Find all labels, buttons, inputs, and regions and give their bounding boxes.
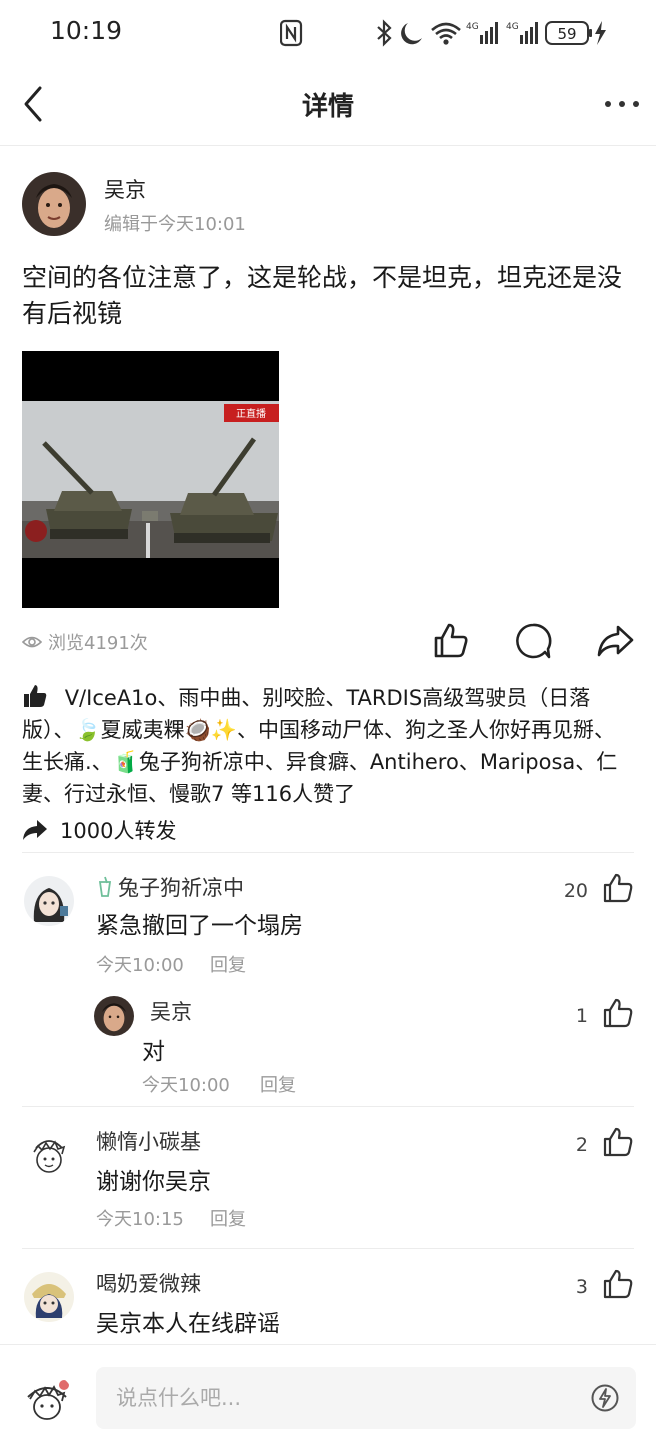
reply-like-icon[interactable] <box>602 997 634 1029</box>
commenter-avatar[interactable] <box>24 1130 74 1180</box>
liked-by-list: V/IceA1o、雨中曲、别咬脸、TARDIS高级驾驶员（日落版）、🍃夏威夷粿🥥… <box>22 682 634 810</box>
comment-like-icon[interactable] <box>602 872 634 904</box>
page-title: 详情 <box>301 92 354 122</box>
battery-icon: 59 <box>545 21 606 45</box>
wifi-icon <box>431 22 461 45</box>
commenter-name[interactable]: 懒惰小碳基 <box>96 1126 201 1156</box>
network-label-2: 4G <box>506 22 519 32</box>
current-user-avatar[interactable] <box>20 1373 74 1427</box>
more-icon[interactable] <box>600 86 644 122</box>
commenter-avatar[interactable] <box>24 876 74 926</box>
post-text: 空间的各位注意了，这是轮战，不是坦克，坦克还是没有后视镜 <box>22 263 623 328</box>
reply-like-count: 1 <box>575 1005 588 1027</box>
post-edited-time: 编辑于今天10:01 <box>104 214 246 235</box>
thumbs-up-filled-icon <box>24 685 47 707</box>
replier-avatar[interactable] <box>94 996 134 1036</box>
reply-text: 对 <box>142 1039 165 1065</box>
comment-composer <box>0 1344 656 1450</box>
author-name[interactable]: 吴京 <box>104 174 146 204</box>
status-time: 10:19 <box>50 16 123 45</box>
reply-button[interactable]: 回复 <box>210 951 246 977</box>
reply-button[interactable]: 回复 <box>260 1071 296 1097</box>
signal-icon-1: 4G <box>466 22 498 44</box>
comment-like-count: 20 <box>563 880 588 902</box>
comment-time: 今天10:00 <box>96 955 184 976</box>
author-avatar[interactable] <box>22 172 86 236</box>
comment-icon[interactable] <box>514 622 552 660</box>
eye-icon <box>22 636 42 648</box>
comment-like-count: 3 <box>575 1276 588 1298</box>
like-icon[interactable] <box>432 622 470 660</box>
status-icons: 4G 4G 59 <box>280 19 606 47</box>
live-badge: 正直播 <box>236 407 266 420</box>
post-video-thumbnail[interactable]: 正直播 <box>22 351 279 608</box>
commenter-name[interactable]: 喝奶爱微辣 <box>96 1268 201 1298</box>
commenter-name-text: 兔子狗祈凉中 <box>118 876 244 900</box>
comment-text: 紧急撤回了一个塌房 <box>96 913 303 939</box>
emoji-icon[interactable] <box>590 1383 620 1413</box>
signal-icon-2: 4G <box>506 22 538 44</box>
share-icon[interactable] <box>596 622 634 660</box>
comment-like-icon[interactable] <box>602 1126 634 1158</box>
divider <box>22 1248 634 1249</box>
divider <box>22 852 634 853</box>
status-bar: 10:19 4G 4G 59 <box>0 0 656 64</box>
comment-text: 吴京本人在线辟谣 <box>96 1311 280 1337</box>
moon-icon <box>401 23 422 45</box>
nfc-icon <box>280 19 303 47</box>
comment-like-count: 2 <box>575 1134 588 1156</box>
reply-time: 今天10:00 <box>142 1075 230 1096</box>
replier-name[interactable]: 吴京 <box>150 996 192 1026</box>
commenter-avatar[interactable] <box>24 1272 74 1322</box>
comment-text: 谢谢你吴京 <box>96 1169 211 1195</box>
commenter-name[interactable]: 兔子狗祈凉中 <box>96 872 244 902</box>
liked-by-text[interactable]: V/IceA1o、雨中曲、别咬脸、TARDIS高级驾驶员（日落版）、🍃夏威夷粿🥥… <box>22 686 617 806</box>
comment-input[interactable] <box>96 1367 576 1429</box>
bluetooth-icon <box>377 19 392 47</box>
reply-button[interactable]: 回复 <box>210 1205 246 1231</box>
network-label-1: 4G <box>466 22 479 32</box>
comment-like-icon[interactable] <box>602 1268 634 1300</box>
divider <box>22 1106 634 1107</box>
nav-bar: 详情 <box>0 64 656 146</box>
battery-level: 59 <box>557 25 576 43</box>
comment-time: 今天10:15 <box>96 1209 184 1230</box>
comment-input-box <box>96 1367 636 1429</box>
repost-icon <box>23 820 47 840</box>
repost-label: 1000人转发 <box>60 819 177 843</box>
drink-badge-icon <box>98 876 112 897</box>
view-count-label: 浏览4191次 <box>48 633 148 654</box>
charging-icon <box>595 21 606 45</box>
